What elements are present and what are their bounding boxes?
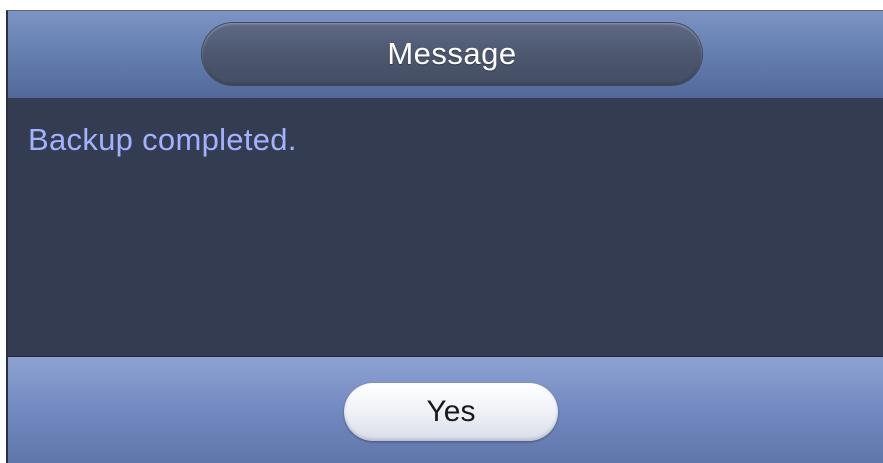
message-dialog: Message Backup completed. Yes xyxy=(6,10,883,463)
yes-button-label: Yes xyxy=(426,395,476,428)
dialog-footer: Yes xyxy=(8,357,883,463)
dialog-title: Message xyxy=(387,36,517,71)
yes-button[interactable]: Yes xyxy=(344,383,558,441)
dialog-title-pill: Message xyxy=(202,23,702,85)
dialog-message: Backup completed. xyxy=(28,122,297,157)
dialog-title-bar: Message xyxy=(8,11,883,98)
dialog-body: Backup completed. xyxy=(8,98,883,357)
